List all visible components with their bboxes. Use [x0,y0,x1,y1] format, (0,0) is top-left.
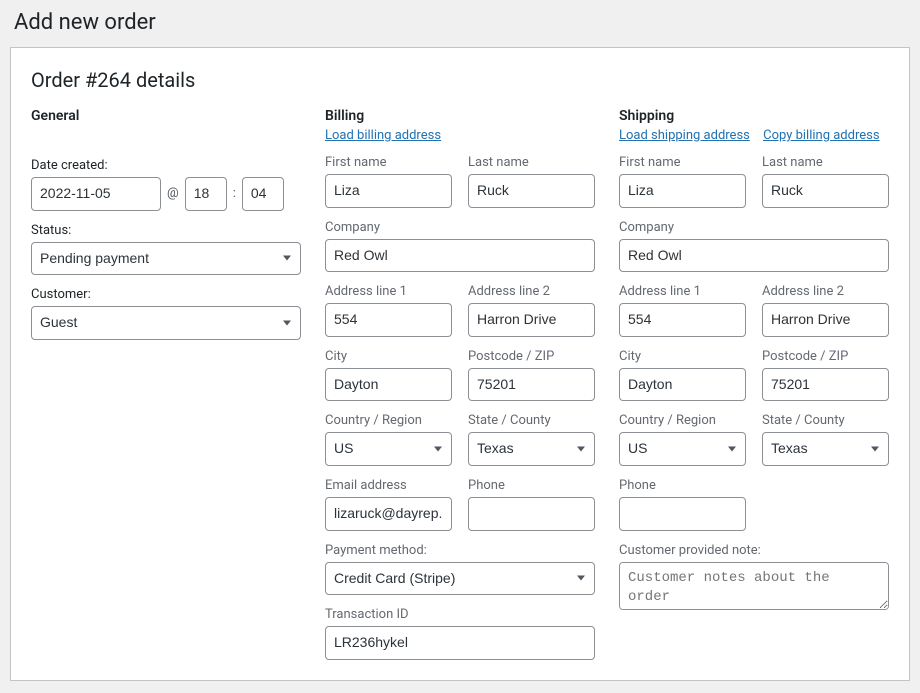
billing-postcode-input[interactable] [468,368,595,402]
transaction-id-input[interactable] [325,626,595,660]
date-created-label: Date created: [31,158,301,173]
billing-company-label: Company [325,220,595,235]
billing-company-input[interactable] [325,239,595,273]
billing-phone-label: Phone [468,478,595,493]
billing-email-input[interactable] [325,497,452,531]
load-shipping-address-link[interactable]: Load shipping address [619,128,750,143]
order-panel: Order #264 details General Date created:… [10,47,910,681]
shipping-country-label: Country / Region [619,413,746,428]
billing-addr1-label: Address line 1 [325,284,452,299]
general-column: General Date created: @ : Status: [31,108,301,660]
customer-note-textarea[interactable] [619,562,889,610]
billing-city-label: City [325,349,452,364]
shipping-postcode-input[interactable] [762,368,889,402]
billing-first-name-label: First name [325,155,452,170]
billing-addr2-label: Address line 2 [468,284,595,299]
copy-billing-address-link[interactable]: Copy billing address [763,128,879,143]
billing-email-label: Email address [325,478,452,493]
billing-postcode-label: Postcode / ZIP [468,349,595,364]
shipping-phone-label: Phone [619,478,746,493]
billing-first-name-input[interactable] [325,174,452,208]
billing-country-label: Country / Region [325,413,452,428]
billing-last-name-input[interactable] [468,174,595,208]
billing-section-title: Billing [325,108,364,124]
shipping-section-title: Shipping [619,108,674,124]
payment-method-select[interactable]: Credit Card (Stripe) [325,562,595,596]
shipping-addr1-input[interactable] [619,303,746,337]
shipping-addr2-input[interactable] [762,303,889,337]
shipping-state-select[interactable]: Texas [762,432,889,466]
billing-last-name-label: Last name [468,155,595,170]
customer-note-label: Customer provided note: [619,543,889,558]
billing-city-input[interactable] [325,368,452,402]
status-label: Status: [31,223,301,238]
shipping-addr2-label: Address line 2 [762,284,889,299]
load-billing-address-link[interactable]: Load billing address [325,128,441,143]
shipping-country-select[interactable]: US [619,432,746,466]
status-select[interactable]: Pending payment [31,242,301,276]
payment-method-label: Payment method: [325,543,595,558]
customer-label: Customer: [31,287,301,302]
page-title: Add new order [14,10,910,35]
shipping-postcode-label: Postcode / ZIP [762,349,889,364]
shipping-column: Shipping Load shipping address Copy bill… [619,108,889,660]
date-at-separator: @ [167,186,179,201]
time-colon-separator: : [233,186,236,201]
shipping-company-label: Company [619,220,889,235]
shipping-city-label: City [619,349,746,364]
minute-input[interactable] [242,177,284,211]
billing-addr2-input[interactable] [468,303,595,337]
panel-title: Order #264 details [31,68,889,92]
hour-input[interactable] [185,177,227,211]
transaction-id-label: Transaction ID [325,607,595,622]
shipping-first-name-input[interactable] [619,174,746,208]
shipping-first-name-label: First name [619,155,746,170]
shipping-phone-input[interactable] [619,497,746,531]
date-created-input[interactable] [31,177,161,211]
billing-country-select[interactable]: US [325,432,452,466]
billing-addr1-input[interactable] [325,303,452,337]
customer-select[interactable]: Guest [31,306,301,340]
shipping-city-input[interactable] [619,368,746,402]
shipping-last-name-label: Last name [762,155,889,170]
general-section-title: General [31,108,79,124]
shipping-company-input[interactable] [619,239,889,273]
billing-column: Billing Load billing address First name … [325,108,595,660]
billing-phone-input[interactable] [468,497,595,531]
billing-state-select[interactable]: Texas [468,432,595,466]
shipping-last-name-input[interactable] [762,174,889,208]
shipping-addr1-label: Address line 1 [619,284,746,299]
shipping-state-label: State / County [762,413,889,428]
billing-state-label: State / County [468,413,595,428]
